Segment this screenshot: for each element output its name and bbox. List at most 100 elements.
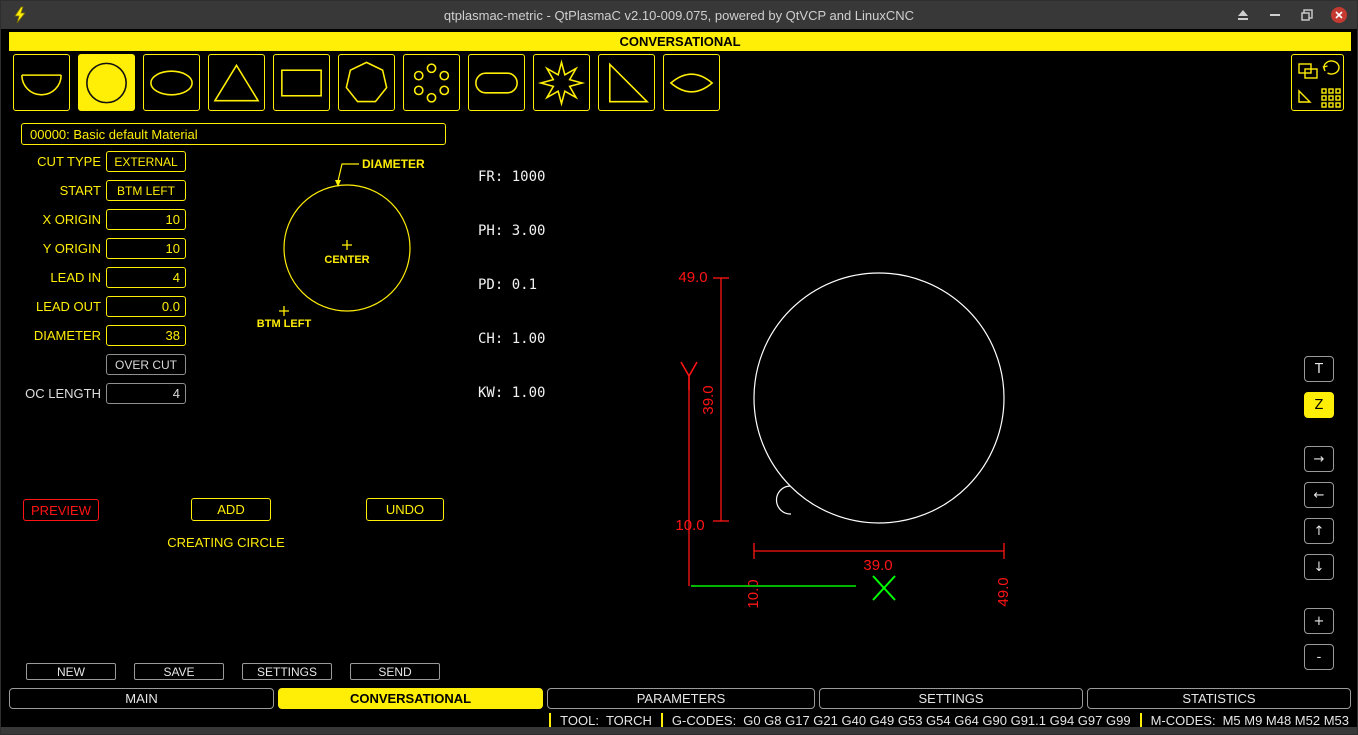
zoom-out-button[interactable]: - — [1304, 644, 1334, 670]
app-logo-icon — [11, 6, 29, 24]
polygon-icon — [339, 55, 394, 111]
shape-button-line[interactable] — [13, 54, 70, 111]
view-top-button[interactable]: T — [1304, 356, 1334, 382]
pan-right-button[interactable]: → — [1304, 446, 1334, 472]
zoom-in-button[interactable]: + — [1304, 608, 1334, 634]
lead-in-label: LEAD IN — [1, 267, 101, 288]
cut-height-value: CH: 1.00 — [478, 330, 545, 348]
pan-down-button[interactable]: ↓ — [1304, 554, 1334, 580]
new-button[interactable]: NEW — [26, 663, 116, 680]
restore-icon[interactable] — [1299, 7, 1315, 23]
diameter-input[interactable] — [106, 325, 186, 346]
diagram-btm-left-label: BTM LEFT — [257, 318, 312, 330]
preview-area: 49.0 10.0 39.0 39.0 49.0 10.0 — [466, 124, 1293, 672]
app-window: qtplasmac-metric - QtPlasmaC v2.10-009.0… — [0, 0, 1358, 735]
dim-width-origin: 10.0 — [745, 579, 762, 608]
shape-button-bolt-circle[interactable] — [403, 54, 460, 111]
creating-status-text: CREATING CIRCLE — [1, 535, 451, 550]
field-row: OVER CUT — [1, 354, 461, 375]
y-origin-label: Y ORIGIN — [1, 238, 101, 259]
x-origin-input[interactable] — [106, 209, 186, 230]
cut-type-label: CUT TYPE — [1, 151, 101, 172]
start-label: START — [1, 180, 101, 201]
close-icon[interactable] — [1331, 7, 1347, 23]
tool-value: TORCH — [606, 713, 652, 728]
x-axis-marker — [873, 576, 895, 600]
shape-button-circle[interactable] — [78, 54, 135, 111]
tab-settings[interactable]: SETTINGS — [819, 688, 1083, 709]
over-cut-button[interactable]: OVER CUT — [106, 354, 186, 375]
conversational-banner: CONVERSATIONAL — [9, 32, 1351, 51]
shape-button-rectangle[interactable] — [273, 54, 330, 111]
start-point-button[interactable]: BTM LEFT — [106, 180, 186, 201]
dim-height-origin: 10.0 — [675, 517, 704, 534]
dim-height-circle: 39.0 — [700, 385, 717, 414]
shape-button-gusset[interactable] — [598, 54, 655, 111]
title-bar: qtplasmac-metric - QtPlasmaC v2.10-009.0… — [1, 1, 1357, 29]
x-origin-label: X ORIGIN — [1, 209, 101, 230]
shape-button-triangle[interactable] — [208, 54, 265, 111]
tab-conversational[interactable]: CONVERSATIONAL — [278, 688, 543, 709]
material-select[interactable]: 00000: Basic default Material — [21, 123, 446, 145]
shade-icon[interactable] — [1235, 7, 1251, 23]
settings-button[interactable]: SETTINGS — [242, 663, 332, 680]
feed-rate-value: FR: 1000 — [478, 168, 545, 186]
pierce-delay-value: PD: 0.1 — [478, 276, 545, 294]
status-separator — [549, 713, 551, 728]
diagram-center-label: CENTER — [324, 254, 369, 266]
mcodes-value: M5 M9 M48 M52 M53 — [1223, 713, 1349, 728]
shape-button-lens[interactable] — [663, 54, 720, 111]
save-button[interactable]: SAVE — [134, 663, 224, 680]
pan-up-button[interactable]: ↑ — [1304, 518, 1334, 544]
window-frame-edge — [1, 727, 1357, 734]
dim-width-total: 49.0 — [995, 577, 1012, 606]
gusset-icon — [599, 55, 654, 111]
status-separator — [1140, 713, 1142, 728]
shape-button-ellipse[interactable] — [143, 54, 200, 111]
scale-icon — [1299, 91, 1310, 102]
shape-button-slot[interactable] — [468, 54, 525, 111]
undo-button[interactable]: UNDO — [366, 498, 444, 521]
lead-in-input[interactable] — [106, 267, 186, 288]
field-row: OC LENGTH — [1, 383, 461, 404]
circle-icon — [79, 55, 134, 111]
diameter-label: DIAMETER — [1, 325, 101, 346]
y-axis-marker — [681, 362, 697, 586]
oc-length-input[interactable] — [106, 383, 186, 404]
minimize-icon[interactable] — [1267, 7, 1283, 23]
lead-out-label: LEAD OUT — [1, 296, 101, 317]
slot-icon — [469, 55, 524, 111]
y-origin-input[interactable] — [106, 238, 186, 259]
tab-statistics[interactable]: STATISTICS — [1087, 688, 1351, 709]
circle-diagram: DIAMETER CENTER BTM LEFT — [231, 151, 466, 341]
tab-main[interactable]: MAIN — [9, 688, 274, 709]
line-arc-icon — [14, 55, 69, 111]
lens-icon — [664, 55, 719, 111]
dim-width-circle: 39.0 — [863, 557, 892, 574]
lead-in-arc — [776, 486, 791, 514]
rectangle-icon — [274, 55, 329, 111]
send-button[interactable]: SEND — [350, 663, 440, 680]
cut-type-button[interactable]: EXTERNAL — [106, 151, 186, 172]
grid-array-icon — [1322, 89, 1340, 107]
shape-button-star[interactable] — [533, 54, 590, 111]
triangle-icon — [209, 55, 264, 111]
bolt-circle-icon — [404, 55, 459, 111]
add-button[interactable]: ADD — [191, 498, 271, 521]
preview-button[interactable]: PREVIEW — [23, 499, 99, 521]
gcodes-label: G-CODES: — [672, 713, 736, 728]
pan-left-button[interactable]: ← — [1304, 482, 1334, 508]
ellipse-icon — [144, 55, 199, 111]
cut-parameters-readout: FR: 1000 PH: 3.00 PD: 0.1 CH: 1.00 KW: 1… — [478, 132, 545, 438]
pierce-height-value: PH: 3.00 — [478, 222, 545, 240]
dim-height-total: 49.0 — [678, 269, 707, 286]
window-title: qtplasmac-metric - QtPlasmaC v2.10-009.0… — [1, 8, 1357, 23]
tab-parameters[interactable]: PARAMETERS — [547, 688, 815, 709]
shape-button-polygon[interactable] — [338, 54, 395, 111]
shape-options-button[interactable] — [1291, 54, 1344, 111]
view-z-button[interactable]: Z — [1304, 392, 1334, 418]
diagram-diameter-label: DIAMETER — [362, 157, 425, 171]
mcodes-label: M-CODES: — [1151, 713, 1216, 728]
lead-out-input[interactable] — [106, 296, 186, 317]
star-icon — [534, 55, 589, 111]
